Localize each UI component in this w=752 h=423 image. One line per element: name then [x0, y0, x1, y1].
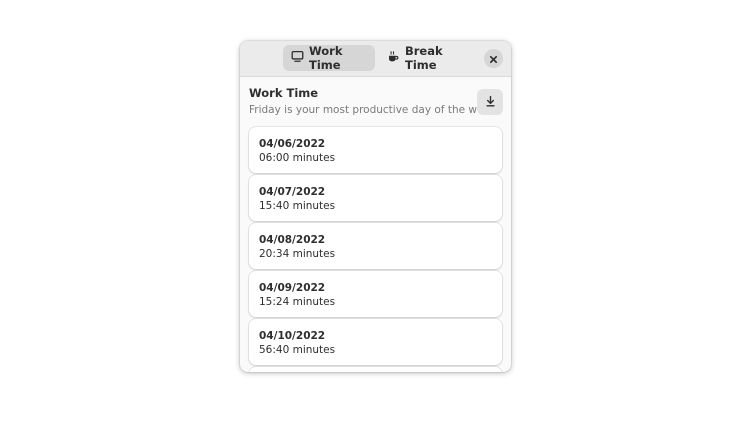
monitor-icon: [291, 50, 309, 66]
entry-duration: 06:00 minutes: [259, 152, 336, 164]
entries-list[interactable]: 04/06/2022 06:00 minutes 04/07/2022 15:4…: [249, 127, 502, 372]
download-icon: [484, 93, 497, 112]
headerbar: Work Time Break Time: [240, 41, 511, 77]
tab-break-time-label: Break Time: [405, 44, 443, 72]
entry-duration: 15:40 minutes: [259, 200, 336, 212]
tab-work-time-label: Work Time: [309, 44, 343, 72]
tab-break-time[interactable]: Break Time: [379, 44, 465, 72]
entry-date: 04/08/2022: [259, 234, 326, 246]
entry-duration: 15:24 minutes: [259, 296, 336, 308]
entry-duration: 20:34 minutes: [259, 248, 336, 260]
list-item[interactable]: 04/08/2022 20:34 minutes: [249, 223, 502, 269]
entry-duration: 56:40 minutes: [259, 344, 336, 356]
coffee-icon: [387, 50, 405, 66]
list-item[interactable]: 04/06/2022 06:00 minutes: [249, 127, 502, 173]
app-window: Work Time Break Time Work Time Friday is…: [240, 41, 511, 372]
tab-work-time[interactable]: Work Time: [283, 44, 375, 72]
entry-date: 04/09/2022: [259, 282, 326, 294]
entry-date: 04/06/2022: [259, 138, 326, 150]
list-item[interactable]: 04/09/2022 15:24 minutes: [249, 271, 502, 317]
entry-date: 04/10/2022: [259, 330, 326, 342]
list-item[interactable]: 04/10/2022 56:40 minutes: [249, 319, 502, 365]
page-subtitle: Friday is your most productive day of th…: [249, 104, 496, 116]
entry-date: 04/07/2022: [259, 186, 326, 198]
close-icon: [489, 49, 498, 68]
list-item[interactable]: [249, 367, 502, 372]
download-button[interactable]: [477, 89, 503, 115]
list-item[interactable]: 04/07/2022 15:40 minutes: [249, 175, 502, 221]
close-button[interactable]: [484, 49, 503, 68]
page-title: Work Time: [249, 86, 319, 100]
content-area: Work Time Friday is your most productive…: [240, 77, 511, 372]
